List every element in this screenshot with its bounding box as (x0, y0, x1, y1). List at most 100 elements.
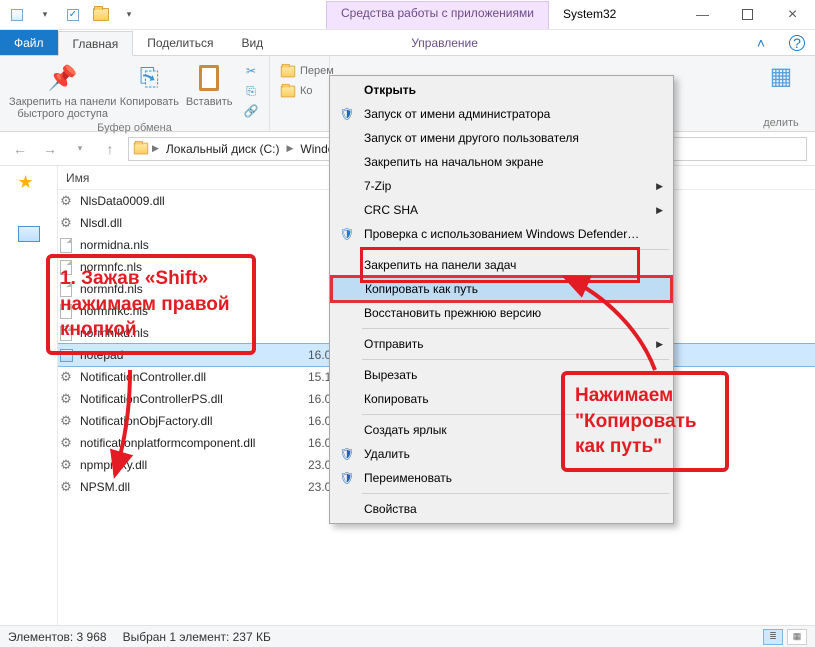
close-button[interactable]: × (770, 0, 815, 29)
chevron-right-icon[interactable]: ▶ (285, 143, 294, 154)
minimize-button[interactable]: — (680, 0, 725, 29)
dll-icon: ⚙ (58, 193, 74, 209)
group-select-label: делить (755, 115, 807, 129)
file-name: notificationplatformcomponent.dll (80, 436, 255, 450)
menu-item[interactable]: Восстановить прежнюю версию (332, 301, 671, 325)
file-icon (58, 281, 74, 297)
ribbon-collapse-icon[interactable]: ˄ (743, 30, 779, 55)
copy-to-btn[interactable]: Ко (278, 82, 336, 100)
menu-item[interactable]: Открыть (332, 78, 671, 102)
up-button[interactable]: ↑ (98, 137, 122, 161)
copy-path-btn[interactable]: ⎘ (241, 82, 261, 100)
menu-separator (362, 414, 669, 415)
quick-access-icon[interactable]: ★ (18, 172, 40, 190)
file-name: NotificationObjFactory.dll (80, 414, 213, 428)
help-icon[interactable]: ? (789, 35, 805, 51)
qat-overflow-icon[interactable]: ▾ (116, 4, 142, 26)
menu-item-label: Закрепить на начальном экране (364, 155, 544, 169)
menu-item-label: Запуск от имени другого пользователя (364, 131, 579, 145)
qat-properties-icon[interactable] (4, 4, 30, 26)
menu-item[interactable]: Вырезать (332, 363, 671, 387)
select-icon[interactable]: ▦ (765, 60, 797, 92)
back-button[interactable]: ← (8, 137, 32, 161)
tab-view[interactable]: Вид (227, 30, 277, 55)
crumb-drive[interactable]: Локальный диск (C:) (162, 140, 284, 158)
scissors-icon: ✂ (243, 63, 259, 79)
copy-button[interactable]: ⎘ Копировать (121, 60, 177, 108)
file-name: normnfc.nls (80, 260, 142, 274)
paste-button[interactable]: Вставить (181, 60, 237, 108)
contextual-tab-strip: Средства работы с приложениями System32 (146, 0, 680, 29)
tab-home[interactable]: Главная (58, 31, 134, 56)
paste-link-btn[interactable]: 🔗 (241, 102, 261, 120)
shield-icon: 🛡 (338, 469, 356, 487)
this-pc-icon[interactable] (18, 226, 40, 244)
view-details-button[interactable]: ≣ (763, 629, 783, 645)
menu-item[interactable]: 🛡Запуск от имени администратора (332, 102, 671, 126)
menu-item-label: Копировать (364, 392, 429, 406)
shield-icon: 🛡 (338, 105, 356, 123)
menu-separator (362, 249, 669, 250)
qat-caret-icon[interactable]: ▾ (32, 4, 58, 26)
file-name: npmproxy.dll (80, 458, 147, 472)
tab-manage[interactable]: Управление (397, 30, 492, 55)
menu-separator (362, 359, 669, 360)
recent-button[interactable]: ▾ (68, 137, 92, 161)
pin-quick-access-button[interactable]: 📌 Закрепить на панели быстрого доступа (8, 60, 117, 120)
dll-icon: ⚙ (58, 413, 74, 429)
col-name[interactable]: Имя (58, 171, 308, 185)
menu-item-label: Создать ярлык (364, 423, 447, 437)
menu-item[interactable]: Отправить (332, 332, 671, 356)
move-to-btn[interactable]: Перем (278, 62, 336, 80)
file-icon (58, 259, 74, 275)
view-icons-button[interactable]: ▦ (787, 629, 807, 645)
menu-item[interactable]: Запуск от имени другого пользователя (332, 126, 671, 150)
menu-item[interactable]: Закрепить на панели задач (332, 253, 671, 277)
menu-item-label: CRC SHA (364, 203, 418, 217)
quick-access-toolbar: ▾ ✓ ▾ (0, 4, 146, 26)
menu-item-label: Отправить (364, 337, 424, 351)
qat-folder-icon[interactable] (88, 4, 114, 26)
menu-item-label: Удалить (364, 447, 410, 461)
title-bar: ▾ ✓ ▾ Средства работы с приложениями Sys… (0, 0, 815, 30)
dll-icon: ⚙ (58, 369, 74, 385)
menu-separator (362, 493, 669, 494)
menu-item[interactable]: Копировать (332, 387, 671, 411)
defender-icon: 🛡 (338, 225, 356, 243)
chevron-right-icon[interactable]: ▶ (151, 143, 160, 154)
menu-item[interactable]: Закрепить на начальном экране (332, 150, 671, 174)
menu-item[interactable]: 7-Zip (332, 174, 671, 198)
status-bar: Элементов: 3 968 Выбран 1 элемент: 237 К… (0, 625, 815, 647)
menu-item-label: Закрепить на панели задач (364, 258, 516, 272)
menu-item[interactable]: CRC SHA (332, 198, 671, 222)
file-name: normnfkd.nls (80, 326, 149, 340)
contextual-tab[interactable]: Средства работы с приложениями (326, 1, 549, 29)
file-icon (58, 303, 74, 319)
menu-item[interactable]: Копировать как путь (332, 277, 671, 301)
addr-drive-icon (134, 143, 148, 155)
menu-item-label: Копировать как путь (365, 282, 478, 296)
app-icon (58, 347, 74, 363)
menu-item-label: Переименовать (364, 471, 452, 485)
menu-item[interactable]: 🛡Удалить (332, 442, 671, 466)
tab-share[interactable]: Поделиться (133, 30, 227, 55)
menu-item[interactable]: 🛡Проверка с использованием Windows Defen… (332, 222, 671, 246)
menu-item[interactable]: Свойства (332, 497, 671, 521)
menu-item[interactable]: Создать ярлык (332, 418, 671, 442)
file-icon (58, 325, 74, 341)
cut-btn[interactable]: ✂ (241, 62, 261, 80)
tab-file[interactable]: Файл (0, 30, 58, 55)
forward-button[interactable]: → (38, 137, 62, 161)
file-name: NotificationController.dll (80, 370, 206, 384)
menu-item-label: Свойства (364, 502, 417, 516)
file-name: normnfd.nls (80, 282, 143, 296)
navigation-pane[interactable]: ★ (0, 166, 58, 625)
moveto-icon (280, 63, 296, 79)
dll-icon: ⚙ (58, 457, 74, 473)
maximize-button[interactable] (725, 0, 770, 29)
file-name: NPSM.dll (80, 480, 130, 494)
group-clipboard-label: Буфер обмена (8, 120, 261, 134)
qat-checkbox-icon[interactable]: ✓ (60, 4, 86, 26)
menu-item[interactable]: 🛡 Переименовать (332, 466, 671, 490)
dll-icon: ⚙ (58, 435, 74, 451)
